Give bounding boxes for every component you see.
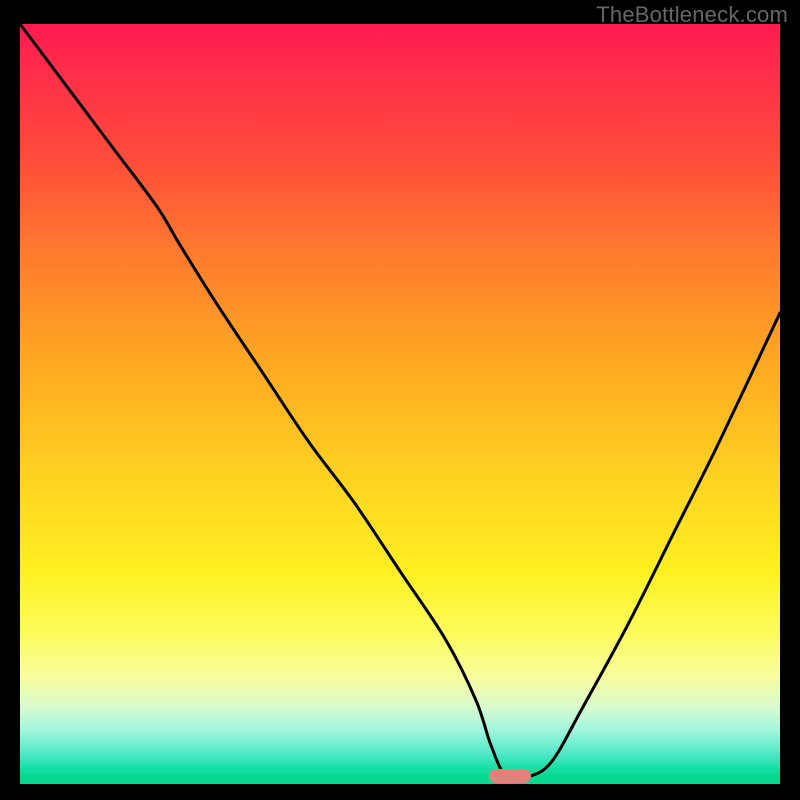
watermark-text: TheBottleneck.com [596, 2, 788, 28]
chart-frame: TheBottleneck.com [0, 0, 800, 800]
bottleneck-curve [20, 24, 780, 784]
optimal-point-marker [489, 769, 531, 783]
plot-area [20, 24, 780, 784]
